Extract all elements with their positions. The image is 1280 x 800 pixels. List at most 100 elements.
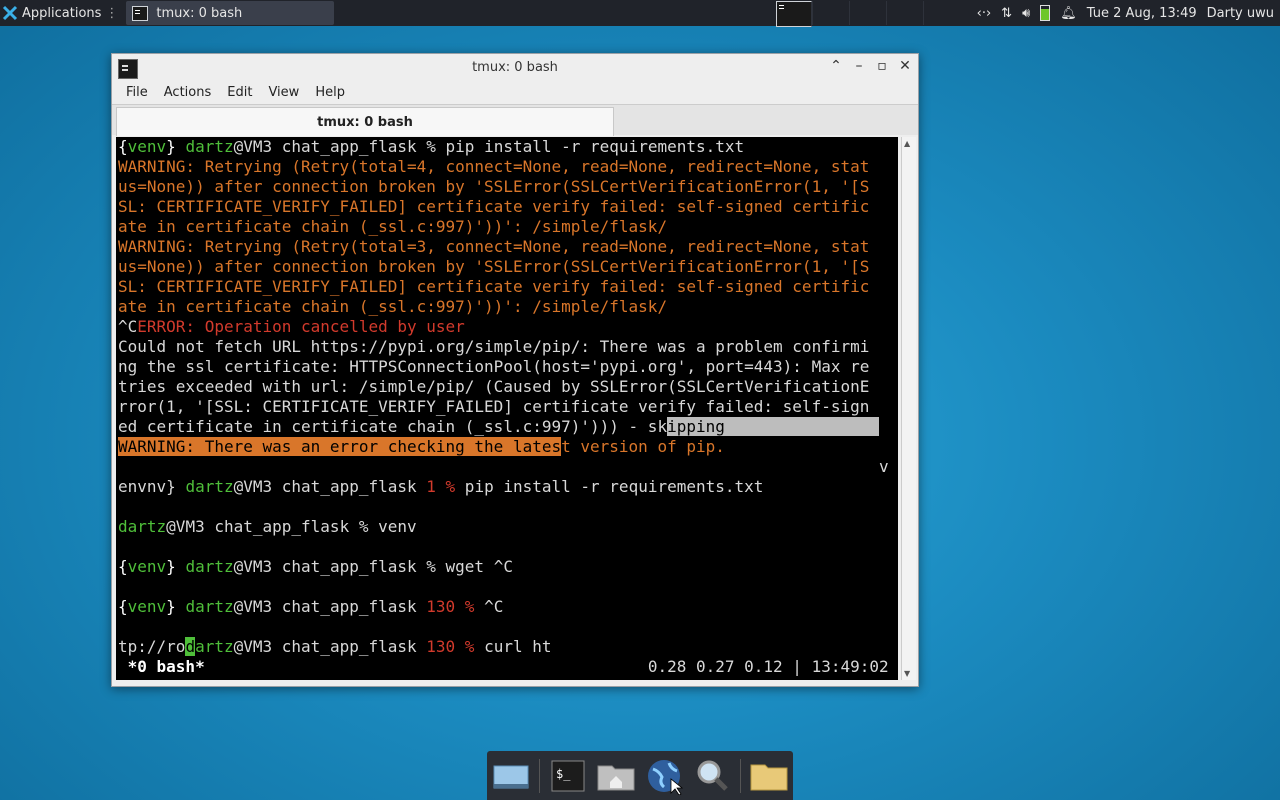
workspace-4[interactable] <box>887 1 924 25</box>
terminal-line: ng the ssl certificate: HTTPSConnectionP… <box>116 357 898 377</box>
workspace-2[interactable] <box>813 1 850 25</box>
transfer-icon[interactable]: ⇅ <box>1001 6 1012 21</box>
terminal-line: v <box>116 457 898 477</box>
terminal-text: @VM3 chat_app_flask % wget ^C <box>233 557 513 576</box>
terminal-text: ed certificate in certificate chain (_ss… <box>118 417 668 436</box>
terminal-line: WARNING: Retrying (Retry(total=4, connec… <box>116 157 898 177</box>
terminal-text: @VM3 chat_app_flask % pip install -r req… <box>233 137 745 156</box>
terminal-text: 0.28 0.27 0.12 | 13:49:02 | bash <box>647 657 889 676</box>
terminal-text: t version of pip. <box>561 437 725 456</box>
terminal-line: dartz@VM3 chat_app_flask % venv <box>116 517 898 537</box>
terminal-text: dartz <box>118 517 167 536</box>
window-titlebar[interactable]: tmux: 0 bash ⌃ – ▫ ✕ <box>112 54 918 82</box>
terminal-text: } <box>166 137 186 156</box>
terminal-text: rror(1, '[SSL: CERTIFICATE_VERIFY_FAILED… <box>118 397 870 416</box>
applications-menu-button[interactable]: Applications ⋮ <box>0 0 122 26</box>
terminal-text: WARNING: Retrying (Retry(total=3, connec… <box>118 237 870 256</box>
menu-edit[interactable]: Edit <box>219 82 260 104</box>
terminal-line: tp://rodartz@VM3 chat_app_flask 130 % cu… <box>116 637 898 657</box>
battery-icon[interactable] <box>1040 5 1051 21</box>
terminal-text: 130 % <box>426 597 475 616</box>
search-icon[interactable] <box>692 756 732 796</box>
svg-text:$_: $_ <box>556 767 571 781</box>
dock: $_ <box>487 751 793 800</box>
terminal-icon[interactable]: $_ <box>548 756 588 796</box>
window-title: tmux: 0 bash <box>472 60 558 75</box>
maximize-button[interactable]: ▫ <box>875 58 889 74</box>
home-folder-icon[interactable] <box>596 756 636 796</box>
menu-help[interactable]: Help <box>307 82 353 104</box>
xfce-logo-icon <box>2 5 18 21</box>
terminal-line: WARNING: There was an error checking the… <box>116 437 898 457</box>
terminal-scrollbar[interactable]: ▲ ▼ <box>901 137 916 680</box>
terminal-icon <box>776 0 812 27</box>
terminal-line: {venv} dartz@VM3 chat_app_flask % wget ^… <box>116 557 898 577</box>
workspace-1[interactable] <box>776 0 813 27</box>
minimize-button[interactable]: – <box>852 58 866 74</box>
terminal-icon <box>132 5 149 21</box>
terminal-text: tp://ro <box>118 637 186 656</box>
taskbar-window-button[interactable]: tmux: 0 bash <box>126 1 335 25</box>
terminal-text: ^C <box>474 597 504 616</box>
menu-view[interactable]: View <box>260 82 307 104</box>
terminal-text: Could not fetch URL https://pypi.org/sim… <box>118 337 870 356</box>
terminal-text: dartz <box>185 477 234 496</box>
terminal-text: dartz <box>185 597 234 616</box>
terminal-text: } <box>166 597 186 616</box>
terminal-window: tmux: 0 bash ⌃ – ▫ ✕ File Actions Edit V… <box>111 53 919 687</box>
terminal-text: envnv} <box>118 477 186 496</box>
tmux-status-line: *0 bash* 0.28 0.27 0.12 | 13:49:02 | bas… <box>116 657 898 677</box>
terminal-line: Could not fetch URL https://pypi.org/sim… <box>116 337 898 357</box>
terminal-text: ate in certificate chain (_ssl.c:997)'))… <box>118 297 668 316</box>
terminal-line: {venv} dartz@VM3 chat_app_flask 130 % ^C <box>116 597 898 617</box>
workspace-3[interactable] <box>850 1 887 25</box>
terminal-text: WARNING: There was an error checking the… <box>118 437 562 456</box>
terminal-line: us=None)) after connection broken by 'SS… <box>116 177 898 197</box>
folder-icon[interactable] <box>749 756 789 796</box>
terminal-text: ate in certificate chain (_ssl.c:997)'))… <box>118 217 668 236</box>
web-browser-icon[interactable] <box>644 756 684 796</box>
terminal-text: { <box>118 557 128 576</box>
terminal-text: 1 % <box>426 477 456 496</box>
terminal-text: venv <box>127 557 167 576</box>
menu-file[interactable]: File <box>118 82 156 104</box>
menu-actions[interactable]: Actions <box>156 82 220 104</box>
network-icon[interactable]: ‹·› <box>977 6 992 21</box>
terminal-text: curl ht <box>474 637 552 656</box>
terminal-text: *0 bash* <box>118 657 648 676</box>
terminal-output[interactable]: {venv} dartz@VM3 chat_app_flask % pip in… <box>116 137 898 680</box>
notifications-icon[interactable]: 🔔︎ <box>1060 6 1077 21</box>
shade-button[interactable]: ⌃ <box>829 58 843 74</box>
terminal-text: tries exceeded with url: /simple/pip/ (C… <box>118 377 870 396</box>
volume-icon[interactable]: 🔊︎ <box>1022 6 1030 21</box>
terminal-line: ed certificate in certificate chain (_ss… <box>116 417 898 437</box>
terminal-line: ^CERROR: Operation cancelled by user <box>116 317 898 337</box>
terminal-text: SL: CERTIFICATE_VERIFY_FAILED] certifica… <box>118 277 870 296</box>
terminal-line: us=None)) after connection broken by 'SS… <box>116 257 898 277</box>
scroll-up-icon[interactable]: ▲ <box>904 139 910 148</box>
tab-tmux[interactable]: tmux: 0 bash <box>116 107 614 136</box>
taskbar-window-label: tmux: 0 bash <box>156 5 243 21</box>
terminal-text: { <box>118 597 128 616</box>
terminal-text: 130 % <box>426 637 475 656</box>
terminal-text: @VM3 chat_app_flask <box>233 637 427 656</box>
terminal-line: SL: CERTIFICATE_VERIFY_FAILED] certifica… <box>116 277 898 297</box>
terminal-text: artz <box>195 637 234 656</box>
text-cursor: d <box>185 637 196 656</box>
terminal-text: pip install -r requirements.txt <box>455 477 764 496</box>
terminal-text: us=None)) after connection broken by 'SS… <box>118 257 870 276</box>
show-desktop-icon[interactable] <box>491 756 531 796</box>
terminal-text: ipping <box>667 417 879 436</box>
terminal-text: venv <box>127 137 167 156</box>
workspace-switcher[interactable] <box>776 0 924 27</box>
close-button[interactable]: ✕ <box>898 58 912 74</box>
terminal-text: us=None)) after connection broken by 'SS… <box>118 177 870 196</box>
terminal-text: ^C <box>118 317 138 336</box>
clock[interactable]: Tue 2 Aug, 13:49 <box>1087 6 1197 21</box>
terminal-text: dartz <box>185 557 234 576</box>
scroll-down-icon[interactable]: ▼ <box>904 669 910 678</box>
user-menu[interactable]: Darty uwu <box>1207 6 1274 21</box>
terminal-line: envnv} dartz@VM3 chat_app_flask 1 % pip … <box>116 477 898 497</box>
